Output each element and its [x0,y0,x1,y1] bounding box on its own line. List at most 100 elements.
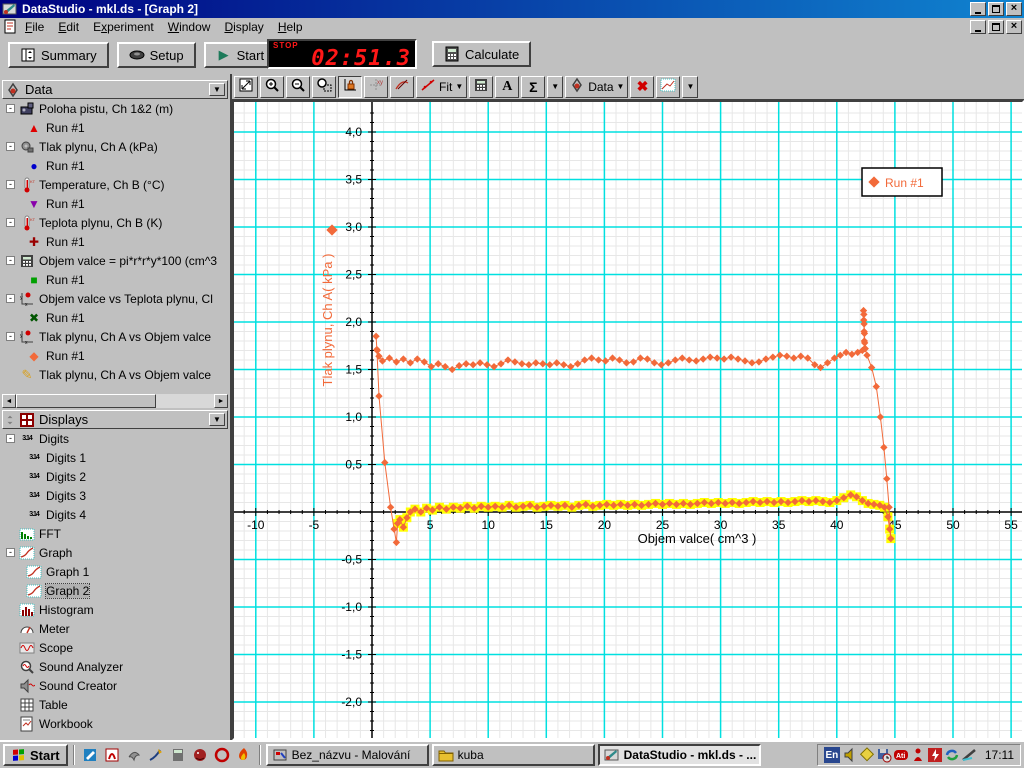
data-tree-scrollbar[interactable]: ◄ ► [2,394,228,408]
legend[interactable]: Run #1 [862,168,942,196]
display-subitem[interactable]: 3.14Digits 3 [2,486,228,505]
fit-menu-button[interactable]: Fit▼ [416,76,467,98]
collapse-icon[interactable]: - [6,142,15,151]
data-dropdown-icon[interactable]: ▼ [209,83,225,96]
display-item[interactable]: Workbook [2,714,228,733]
dragon-quicklaunch-icon[interactable] [190,745,210,765]
menu-file[interactable]: File [18,19,51,35]
data-item[interactable]: -KTDTeplota plynu, Ch B (K) [2,213,228,232]
opera-quicklaunch-icon[interactable] [212,745,232,765]
setup-button[interactable]: Setup [117,42,196,68]
statistics-menu-button[interactable]: Σ [521,76,545,98]
calculate-tool-button[interactable] [469,76,493,98]
floppy-clock-tray-icon[interactable] [876,747,892,763]
pen-slash-tray-icon[interactable] [961,747,977,763]
ink-pen-quicklaunch-icon[interactable] [146,745,166,765]
child-minimize-button[interactable] [970,20,986,34]
show-xy-button[interactable]: xy [364,76,388,98]
minimize-button[interactable] [970,2,986,16]
summary-button[interactable]: Summary [8,42,109,68]
collapse-icon[interactable]: - [6,548,15,557]
data-item[interactable]: -yxTlak plynu, Ch A vs Objem valce [2,327,228,346]
zoom-in-button[interactable] [260,76,284,98]
speaker-tray-icon[interactable] [842,747,858,763]
collapse-icon[interactable]: - [6,294,15,303]
acrobat-quicklaunch-icon[interactable] [102,745,122,765]
display-item[interactable]: -Graph [2,543,228,562]
data-item[interactable]: -yxObjem valce vs Teplota plynu, Cl [2,289,228,308]
display-item[interactable]: Meter [2,619,228,638]
data-panel-header[interactable]: Data ▼ [2,80,228,99]
run-item[interactable]: ◆Run #1 [2,346,228,365]
sync-arrows-tray-icon[interactable] [944,747,960,763]
displays-dropdown-icon[interactable]: ▼ [209,413,225,426]
run-item[interactable]: ✖Run #1 [2,308,228,327]
run-item[interactable]: ●Run #1 [2,156,228,175]
start-menu-button[interactable]: Start [3,744,68,766]
delete-tool-button[interactable]: ✖ [630,76,654,98]
child-restore-button[interactable] [988,20,1004,34]
start-button[interactable]: ▶ Start [204,42,276,68]
menu-experiment[interactable]: Experiment [86,19,161,35]
scale-to-fit-button[interactable] [234,76,258,98]
bird-quicklaunch-icon[interactable] [124,745,144,765]
run-item[interactable]: ▲Run #1 [2,118,228,137]
menu-help[interactable]: Help [271,19,310,35]
restore-button[interactable] [988,2,1004,16]
zoom-out-button[interactable] [286,76,310,98]
display-item[interactable]: Sound Creator [2,676,228,695]
display-item[interactable]: FFT [2,524,228,543]
collapse-icon[interactable]: - [6,180,15,189]
flames-quicklaunch-icon[interactable] [234,745,254,765]
document-icon[interactable] [2,19,18,35]
collapse-icon[interactable]: - [6,256,15,265]
collapse-icon[interactable]: - [6,218,15,227]
data-item[interactable]: -Objem valce = pi*r*r*y*100 (cm^3 [2,251,228,270]
task-button[interactable]: kuba [432,744,595,766]
collapse-icon[interactable]: - [6,434,15,443]
data-item[interactable]: -KTDTemperature, Ch B (°C) [2,175,228,194]
calculator-quicklaunch-icon[interactable] [168,745,188,765]
graph-plot-area[interactable]: -10-55101520253035404550554,03,53,02,52,… [232,100,1024,740]
child-close-button[interactable]: × [1006,20,1022,34]
display-subitem[interactable]: 3.14Digits 1 [2,448,228,467]
calculate-button[interactable]: Calculate [432,41,531,67]
language-indicator[interactable]: En [824,747,840,763]
display-subitem[interactable]: Graph 2 [2,581,228,600]
run-item[interactable]: ▼Run #1 [2,194,228,213]
display-item[interactable]: Table [2,695,228,714]
menu-edit[interactable]: Edit [51,19,86,35]
scroll-right-icon[interactable]: ► [214,394,228,408]
run-item[interactable]: ✚Run #1 [2,232,228,251]
data-item[interactable]: ✎Tlak plynu, Ch A vs Objem valce [2,365,228,384]
zoom-select-button[interactable] [312,76,336,98]
ati-tray-icon[interactable]: Ati [893,747,909,763]
panel-splitter-icon[interactable] [5,412,15,428]
data-item[interactable]: -Poloha pistu, Ch 1&2 (m) [2,99,228,118]
display-subitem[interactable]: Graph 1 [2,562,228,581]
display-item[interactable]: Histogram [2,600,228,619]
graph-settings-menu-button[interactable] [656,76,680,98]
collapse-icon[interactable]: - [6,104,15,113]
display-item[interactable]: Scope [2,638,228,657]
scrollbar-thumb[interactable] [16,394,156,408]
run-item[interactable]: ■Run #1 [2,270,228,289]
menu-window[interactable]: Window [161,19,218,35]
task-button[interactable]: DataStudio - mkl.ds - ... [598,744,761,766]
scroll-left-icon[interactable]: ◄ [2,394,16,408]
lightning-tray-icon[interactable] [927,747,943,763]
task-button[interactable]: Bez_názvu - Malování [266,744,429,766]
display-subitem[interactable]: 3.14Digits 2 [2,467,228,486]
data-item[interactable]: -Tlak plynu, Ch A (kPa) [2,137,228,156]
red-figure-tray-icon[interactable] [910,747,926,763]
display-item[interactable]: Sound Analyzer [2,657,228,676]
text-tool-button[interactable]: A [495,76,519,98]
slope-tool-button[interactable] [390,76,414,98]
close-button[interactable]: × [1006,2,1022,16]
notes-quicklaunch-icon[interactable] [80,745,100,765]
yellow-diamond-tray-icon[interactable] [859,747,875,763]
collapse-icon[interactable]: - [6,332,15,341]
graph-settings-menu-dropdown-button[interactable]: ▼ [682,76,698,98]
smart-tool-button[interactable] [338,76,362,98]
data-menu-button[interactable]: Data▼ [565,76,628,98]
